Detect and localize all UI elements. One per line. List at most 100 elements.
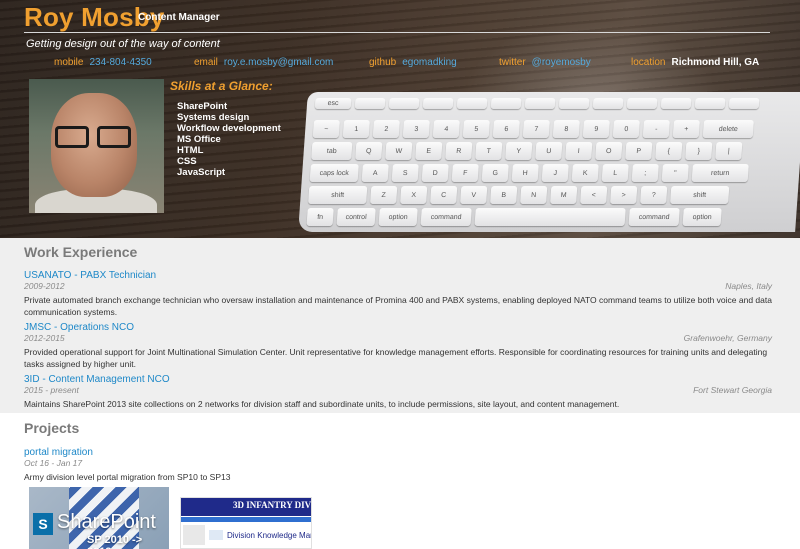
header-banner: esc ~1 2 3 4 5 6 7 8 9 0- + delete tab Q W E R T Y U I O P{} | ca… (0, 0, 800, 238)
keyboard-key: option (682, 208, 722, 226)
keyboard-key: R (445, 142, 473, 160)
keyboard-key (558, 98, 590, 109)
job-description: Private automated branch exchange techni… (24, 295, 772, 317)
keyboard-key: 9 (582, 120, 610, 138)
keyboard-key: O (595, 142, 623, 160)
keyboard-key: ~ (312, 120, 340, 138)
contact-email: email roy.e.mosby@gmail.com (194, 57, 333, 68)
header-divider (24, 32, 770, 33)
keyboard-key: D (421, 164, 449, 182)
keyboard-key: W (385, 142, 413, 160)
keyboard-key: N (520, 186, 548, 204)
keyboard-key: esc (314, 98, 352, 109)
skills-title: Skills at a Glance: (170, 79, 273, 93)
portal-icon (209, 530, 223, 540)
contact-location: location Richmond Hill, GA (631, 57, 759, 68)
skills-list: SharePoint Systems design Workflow devel… (177, 101, 281, 178)
job-location: Fort Stewart Georgia (693, 385, 772, 395)
keyboard-key: Y (505, 142, 533, 160)
keyboard-key: L (601, 164, 629, 182)
keyboard-key: E (415, 142, 443, 160)
glasses-icon (97, 126, 131, 148)
keyboard-key: 3 (402, 120, 430, 138)
keyboard-key (474, 208, 626, 226)
keyboard-key: control (336, 208, 376, 226)
keyboard-key: 6 (492, 120, 520, 138)
job-description: Maintains SharePoint 2013 site collectio… (24, 399, 620, 409)
contact-label: twitter (499, 57, 526, 68)
keyboard-row: shift Z X C V B N M < >? shift (308, 186, 730, 204)
job-title-link[interactable]: USANATO - PABX Technician (24, 270, 156, 281)
keyboard-key: shift (308, 186, 368, 204)
keyboard-key: K (571, 164, 599, 182)
keyboard-key: | (715, 142, 743, 160)
location-value: Richmond Hill, GA (671, 57, 760, 68)
skill-item: MS Office (177, 134, 221, 145)
keyboard-key (660, 98, 692, 109)
github-link[interactable]: egomadking (402, 57, 456, 68)
project-title-link[interactable]: portal migration (24, 447, 93, 458)
keyboard-key: command (420, 208, 472, 226)
profile-tagline: Getting design out of the way of content (26, 38, 220, 50)
contact-mobile: mobile 234-804-4350 (54, 57, 152, 68)
twitter-link[interactable]: @royemosby (532, 57, 591, 68)
skill-item: JavaScript (177, 167, 226, 178)
keyboard-key (592, 98, 624, 109)
job-title-link[interactable]: 3ID - Content Management NCO (24, 374, 170, 385)
email-link[interactable]: roy.e.mosby@gmail.com (224, 57, 333, 68)
keyboard-key: C (430, 186, 458, 204)
keyboard-key: shift (670, 186, 730, 204)
project-description: Army division level portal migration fro… (24, 472, 231, 482)
keyboard-key: P (625, 142, 653, 160)
keyboard-row: fn control option command command option (306, 208, 722, 226)
keyboard-key: Z (370, 186, 398, 204)
keyboard-key (626, 98, 658, 109)
keyboard-key (354, 98, 386, 109)
keyboard-key (524, 98, 556, 109)
portal-nav-bar (181, 517, 311, 522)
keyboard-key: 0 (612, 120, 640, 138)
keyboard-key: 4 (432, 120, 460, 138)
skill-item: Systems design (177, 112, 250, 123)
contact-label: github (369, 57, 397, 68)
project-image-sharepoint[interactable]: S SharePoint SP 2010 -> 2013 (29, 487, 169, 549)
keyboard-key (694, 98, 726, 109)
job-description: Provided operational support for Joint M… (24, 347, 768, 369)
keyboard-key: } (685, 142, 713, 160)
skill-item: SharePoint (177, 101, 228, 112)
keyboard-key: 2 (372, 120, 400, 138)
keyboard-key: J (541, 164, 569, 182)
sharepoint-text: SharePoint (57, 511, 156, 533)
keyboard-key: Q (355, 142, 383, 160)
keyboard-key: fn (306, 208, 334, 226)
keyboard-key (490, 98, 522, 109)
project-dates: Oct 16 - Jan 17 (24, 458, 83, 468)
keyboard-row: caps lock A S D F G H J K L; " return (309, 164, 749, 182)
sharepoint-logo-icon: S (33, 513, 53, 535)
contact-label: location (631, 57, 666, 68)
keyboard-key: < (580, 186, 608, 204)
skill-item: HTML (177, 145, 204, 156)
keyboard-key (422, 98, 454, 109)
keyboard-key: M (550, 186, 578, 204)
contact-label: email (194, 57, 218, 68)
skill-item: CSS (177, 156, 197, 167)
keyboard-key: X (400, 186, 428, 204)
keyboard-key: 1 (342, 120, 370, 138)
profile-role: Content Manager (138, 12, 220, 23)
job-dates: 2009-2012 (24, 281, 65, 291)
keyboard-key: ; (631, 164, 659, 182)
job-title-link[interactable]: JMSC - Operations NCO (24, 322, 134, 333)
mobile-link[interactable]: 234-804-4350 (89, 57, 151, 68)
job-dates: 2012-2015 (24, 333, 65, 343)
job-location: Grafenwoehr, Germany (683, 333, 772, 343)
keyboard-image: esc ~1 2 3 4 5 6 7 8 9 0- + delete tab Q W E R T Y U I O P{} | ca… (298, 92, 800, 232)
keyboard-key: ? (640, 186, 668, 204)
keyboard-row: ~1 2 3 4 5 6 7 8 9 0- + delete (312, 120, 754, 138)
portal-banner-text: 3D INFANTRY DIVIS (233, 500, 312, 510)
project-image-portal[interactable]: 3D INFANTRY DIVIS Division Knowledge Man… (180, 497, 312, 549)
keyboard-key: H (511, 164, 539, 182)
sharepoint-version-text: SP 2010 -> 2013 (87, 534, 143, 549)
portal-page-title: Division Knowledge Manag (227, 531, 311, 540)
keyboard-key: delete (702, 120, 754, 138)
